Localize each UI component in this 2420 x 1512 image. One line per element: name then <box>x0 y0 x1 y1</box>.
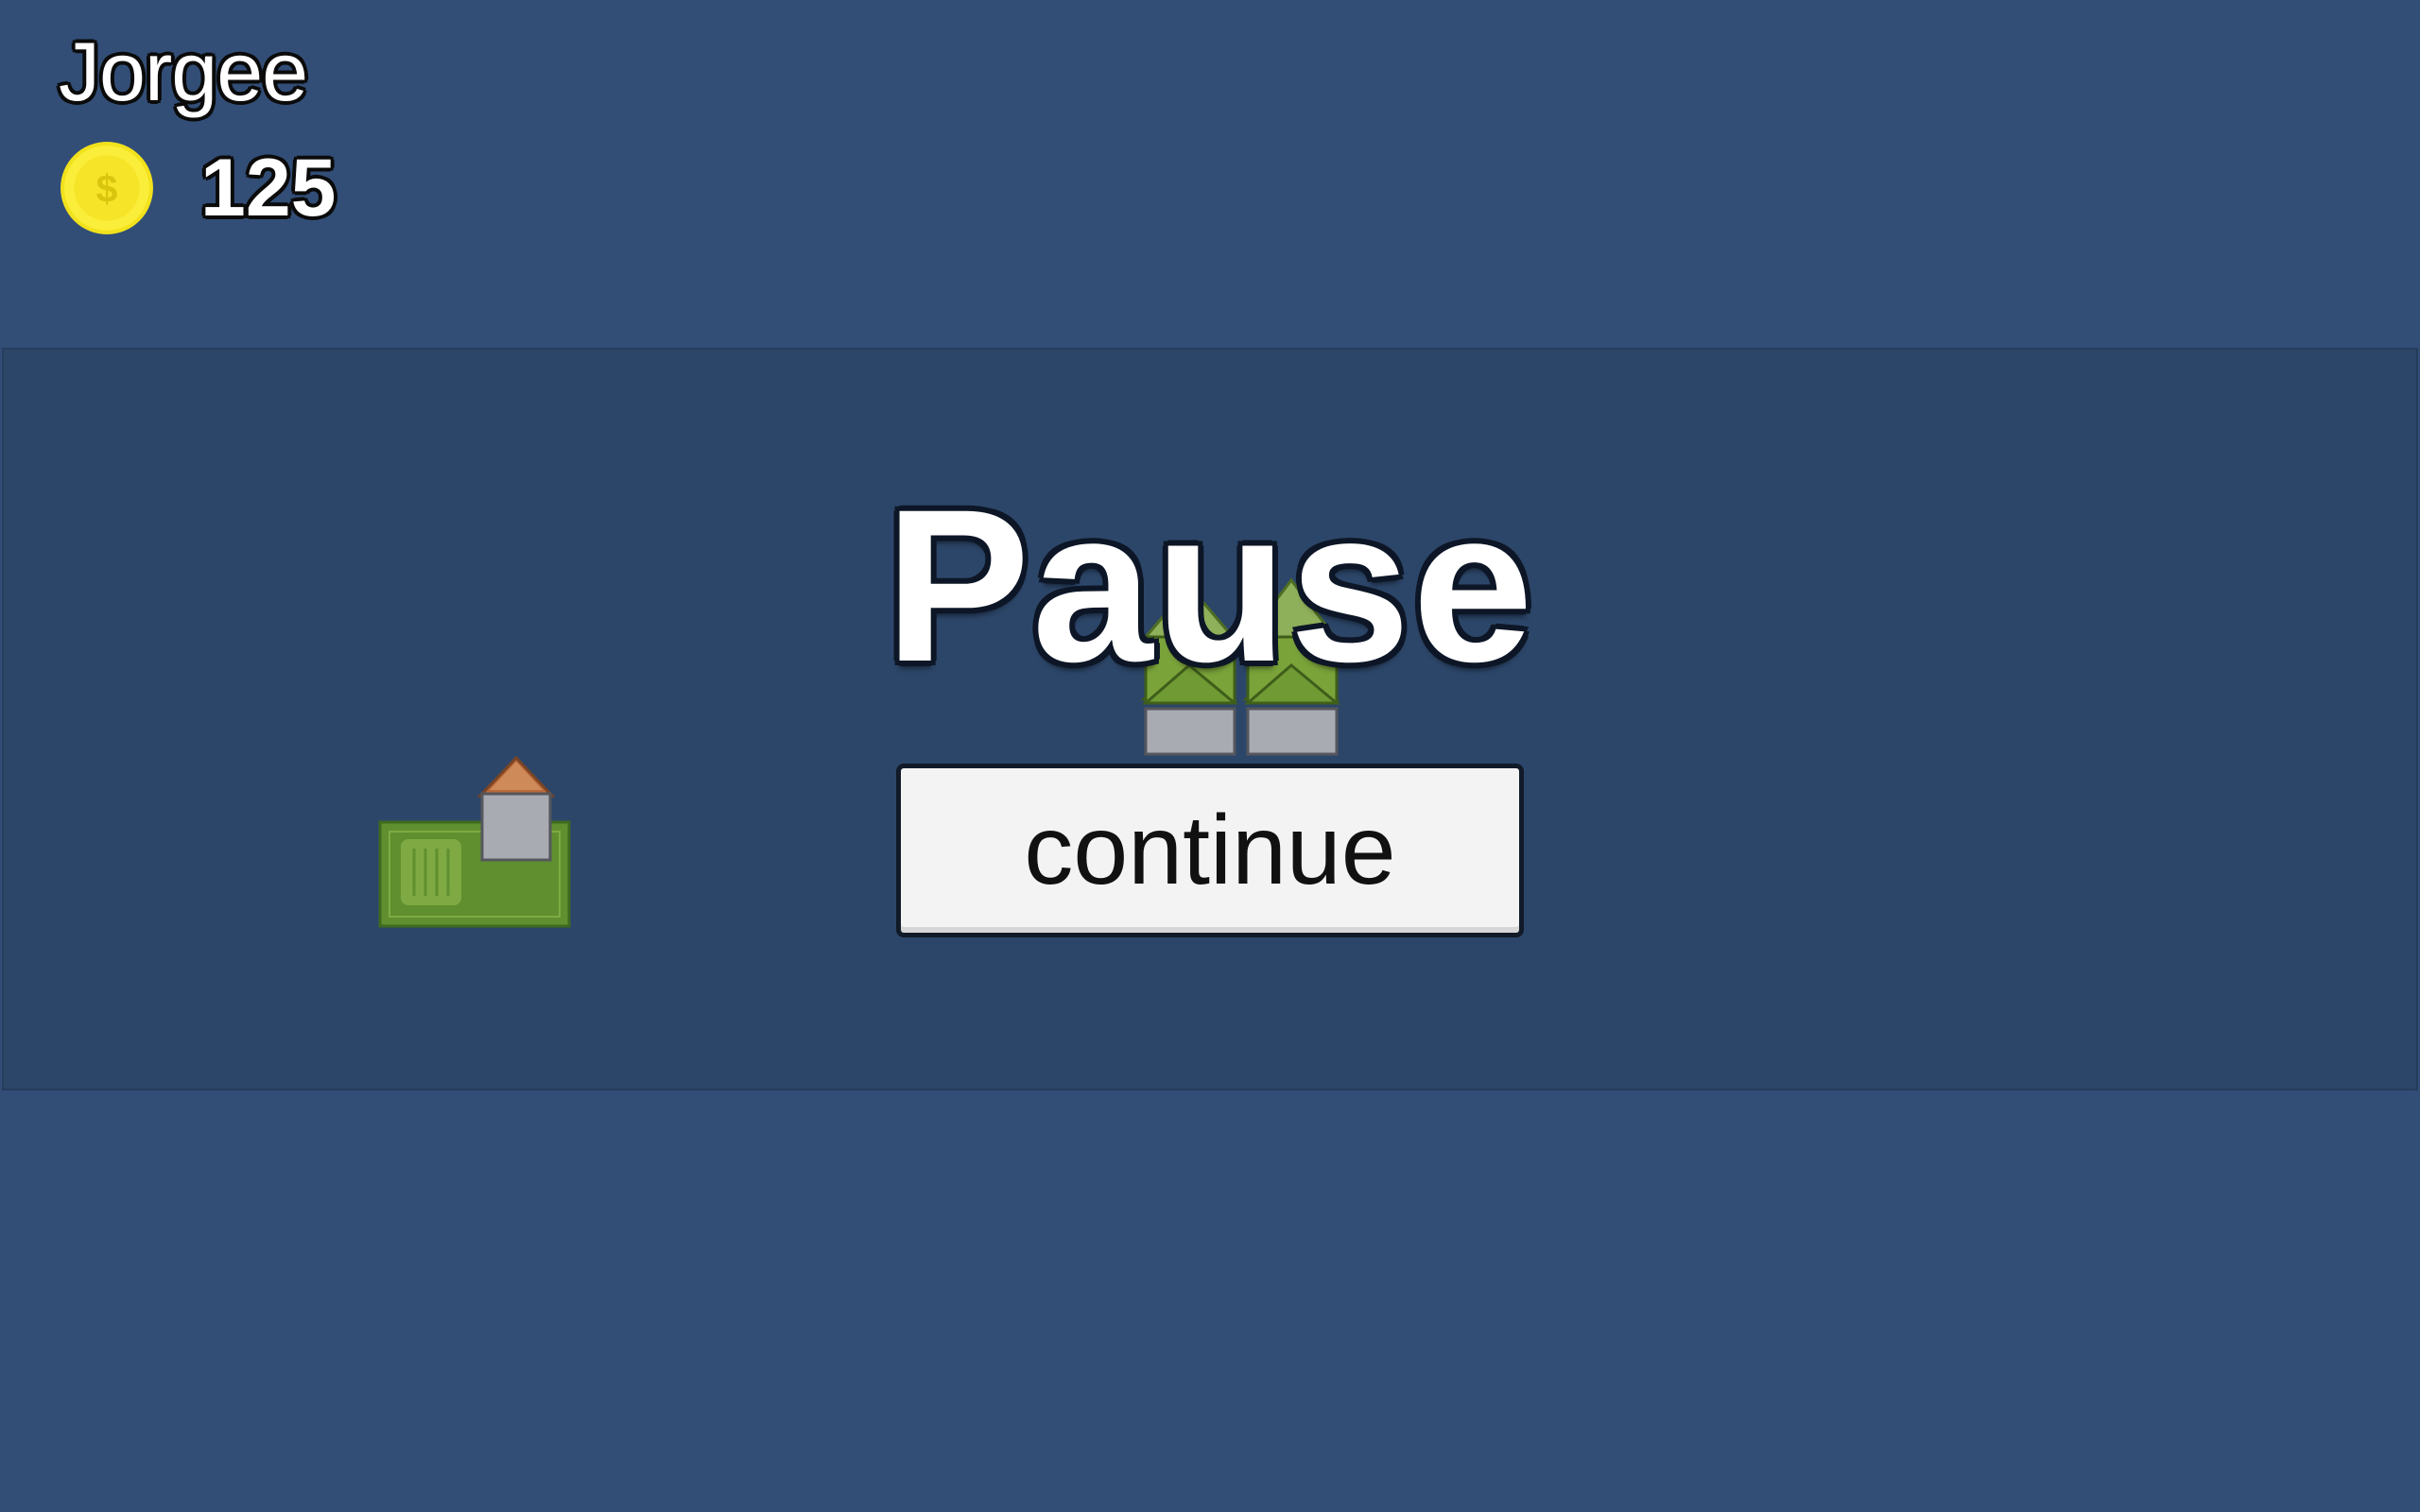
svg-text:$: $ <box>96 166 118 210</box>
pause-title: Pause <box>885 464 1535 707</box>
continue-button[interactable]: continue <box>896 764 1524 937</box>
game-screen: Jorgee $ 125 Pause continue <box>0 0 2420 1512</box>
coin-dollar-icon: $ <box>60 142 153 234</box>
player-name: Jorgee <box>59 25 308 118</box>
coin-counter: $ 125 <box>59 140 337 236</box>
farm-building-icon <box>378 755 571 928</box>
coin-count: 125 <box>200 143 337 233</box>
